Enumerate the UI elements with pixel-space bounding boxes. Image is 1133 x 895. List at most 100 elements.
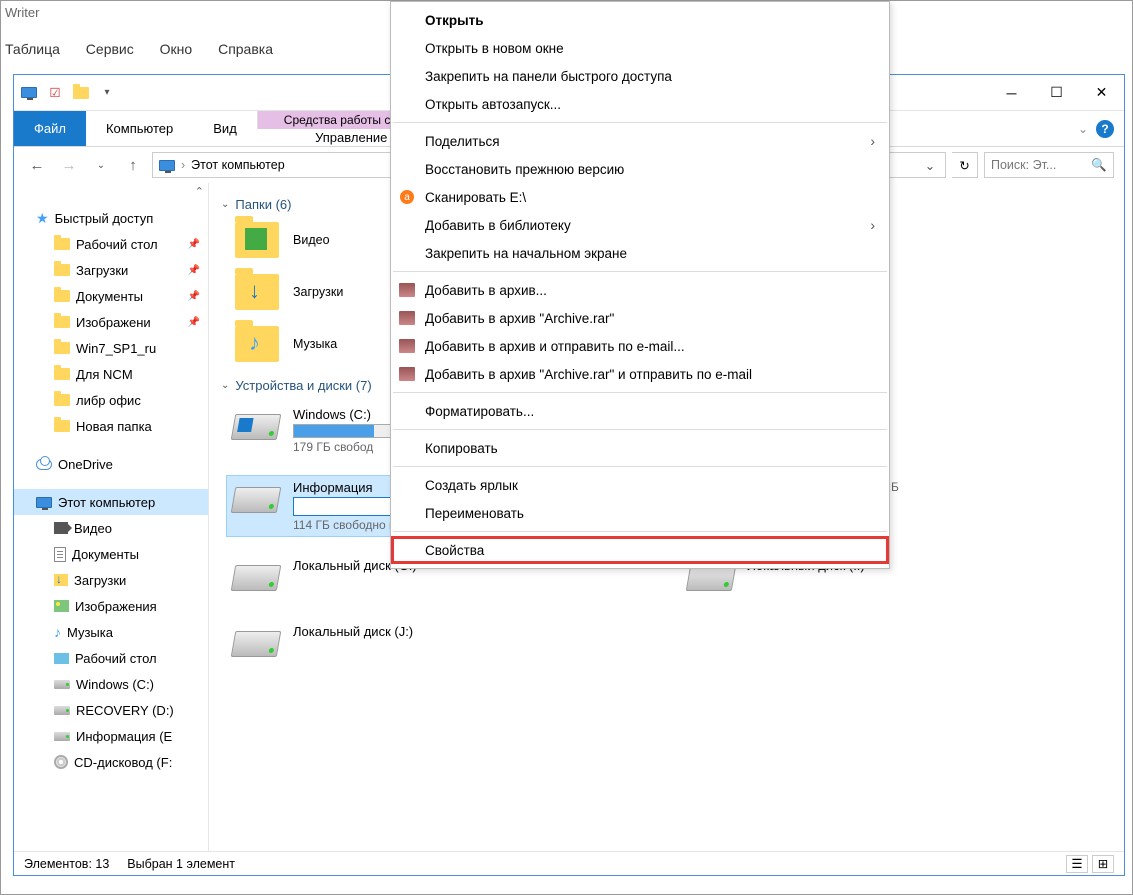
cm-add-archive-email[interactable]: Добавить в архив и отправить по e-mail..…	[391, 332, 889, 360]
breadcrumb[interactable]: Этот компьютер	[191, 158, 284, 172]
download-icon	[54, 574, 68, 586]
maximize-button[interactable]: ☐	[1034, 78, 1079, 108]
cm-separator	[393, 429, 887, 430]
tree-desktop2[interactable]: Рабочий стол	[14, 645, 208, 671]
cm-open-autoplay[interactable]: Открыть автозапуск...	[391, 90, 889, 118]
address-icon	[159, 160, 175, 171]
cm-pin-start[interactable]: Закрепить на начальном экране	[391, 239, 889, 267]
star-icon: ★	[36, 210, 49, 227]
writer-menu-table[interactable]: Таблица	[5, 41, 60, 57]
tree-scroll-up[interactable]: ⌃	[195, 185, 204, 198]
writer-title: Writer	[5, 5, 39, 20]
cm-add-library[interactable]: Добавить в библиотеку›	[391, 211, 889, 239]
cloud-icon	[36, 459, 52, 470]
tree-cd-f[interactable]: CD-дисковод (F:	[14, 749, 208, 775]
cm-scan[interactable]: aСканировать E:\	[391, 183, 889, 211]
qat-newfolder-icon[interactable]	[72, 84, 90, 102]
writer-menu-help[interactable]: Справка	[218, 41, 273, 57]
cm-add-archive[interactable]: Добавить в архив...	[391, 276, 889, 304]
nav-recent-dropdown[interactable]: ⌄	[88, 152, 114, 178]
folder-icon	[235, 326, 279, 362]
status-bar: Элементов: 13 Выбран 1 элемент ☰ ⊞	[14, 851, 1124, 875]
ribbon-collapse-icon[interactable]: ⌄	[1078, 122, 1088, 136]
tree-win7[interactable]: Win7_SP1_ru	[14, 335, 208, 361]
tree-documents2[interactable]: Документы	[14, 541, 208, 567]
tree-downloads2[interactable]: Загрузки	[14, 567, 208, 593]
tree-this-pc[interactable]: Этот компьютер	[14, 489, 208, 515]
close-button[interactable]: ✕	[1079, 78, 1124, 108]
tree-recovery-d[interactable]: RECOVERY (D:)	[14, 697, 208, 723]
nav-up-button[interactable]: ↑	[120, 152, 146, 178]
cm-open-new-window[interactable]: Открыть в новом окне	[391, 34, 889, 62]
cm-separator	[393, 122, 887, 123]
hdd-icon	[231, 631, 282, 657]
tree-images[interactable]: Изображени📌	[14, 309, 208, 335]
ribbon-tab-file[interactable]: Файл	[14, 111, 86, 146]
refresh-button[interactable]: ↻	[952, 152, 978, 178]
winrar-icon	[399, 367, 415, 381]
cm-separator	[393, 392, 887, 393]
avast-icon: a	[400, 190, 414, 204]
tree-windows-c[interactable]: Windows (C:)	[14, 671, 208, 697]
folder-icon	[54, 420, 70, 432]
ribbon-tab-view[interactable]: Вид	[193, 111, 257, 146]
cm-create-shortcut[interactable]: Создать ярлык	[391, 471, 889, 499]
tree-libr[interactable]: либр офис	[14, 387, 208, 413]
pin-icon: 📌	[188, 239, 200, 250]
tree-info-e[interactable]: Информация (E	[14, 723, 208, 749]
folder-icon	[235, 222, 279, 258]
folder-icon	[235, 274, 279, 310]
minimize-button[interactable]: ─	[989, 78, 1034, 108]
hdd-icon	[54, 706, 70, 715]
tree-video[interactable]: Видео	[14, 515, 208, 541]
monitor-icon	[36, 497, 52, 508]
cm-pin-quick-access[interactable]: Закрепить на панели быстрого доступа	[391, 62, 889, 90]
help-icon[interactable]: ?	[1096, 120, 1114, 138]
hdd-icon	[54, 680, 70, 689]
pin-icon: 📌	[188, 317, 200, 328]
tree-music[interactable]: ♪Музыка	[14, 619, 208, 645]
video-icon	[54, 522, 68, 534]
ribbon-tab-computer[interactable]: Компьютер	[86, 111, 193, 146]
cm-add-archive-rar-email[interactable]: Добавить в архив "Archive.rar" и отправи…	[391, 360, 889, 388]
cm-format[interactable]: Форматировать...	[391, 397, 889, 425]
cm-share[interactable]: Поделиться›	[391, 127, 889, 155]
qat-dropdown-icon[interactable]: ▾	[98, 84, 116, 102]
cm-separator	[393, 531, 887, 532]
drive-j[interactable]: Локальный диск (J:)	[227, 620, 658, 668]
tree-newfolder[interactable]: Новая папка	[14, 413, 208, 439]
tree-images2[interactable]: Изображения	[14, 593, 208, 619]
tree-ncm[interactable]: Для NCM	[14, 361, 208, 387]
address-dropdown-icon[interactable]: ⌄	[921, 158, 939, 173]
cm-separator	[393, 271, 887, 272]
music-icon: ♪	[54, 624, 61, 640]
search-placeholder: Поиск: Эт...	[991, 158, 1056, 172]
tree-desktop[interactable]: Рабочий стол📌	[14, 231, 208, 257]
search-input[interactable]: Поиск: Эт... 🔍	[984, 152, 1114, 178]
cm-open[interactable]: Открыть	[391, 6, 889, 34]
image-icon	[54, 600, 69, 612]
status-elements: Элементов: 13	[24, 857, 109, 871]
cm-copy[interactable]: Копировать	[391, 434, 889, 462]
view-details-button[interactable]: ☰	[1066, 855, 1088, 873]
system-icon[interactable]	[20, 84, 38, 102]
nav-back-button[interactable]: ←	[24, 152, 50, 178]
view-tiles-button[interactable]: ⊞	[1092, 855, 1114, 873]
writer-menu-window[interactable]: Окно	[160, 41, 193, 57]
tree-documents[interactable]: Документы📌	[14, 283, 208, 309]
cm-properties[interactable]: Свойства	[391, 536, 889, 564]
cm-rename[interactable]: Переименовать	[391, 499, 889, 527]
writer-menu-service[interactable]: Сервис	[86, 41, 134, 57]
cm-add-archive-rar[interactable]: Добавить в архив "Archive.rar"	[391, 304, 889, 332]
tree-downloads[interactable]: Загрузки📌	[14, 257, 208, 283]
winrar-icon	[399, 283, 415, 297]
hdd-icon	[231, 414, 282, 440]
qat-properties-icon[interactable]: ☑	[46, 84, 64, 102]
drive-label: Локальный диск (J:)	[293, 624, 413, 639]
cm-restore-previous[interactable]: Восстановить прежнюю версию	[391, 155, 889, 183]
chevron-right-icon: ›	[870, 217, 875, 233]
tree-quick-access[interactable]: ★Быстрый доступ	[14, 205, 208, 231]
tree-onedrive[interactable]: OneDrive	[14, 451, 208, 477]
folder-icon	[54, 238, 70, 250]
chevron-down-icon: ⌄	[221, 380, 229, 391]
